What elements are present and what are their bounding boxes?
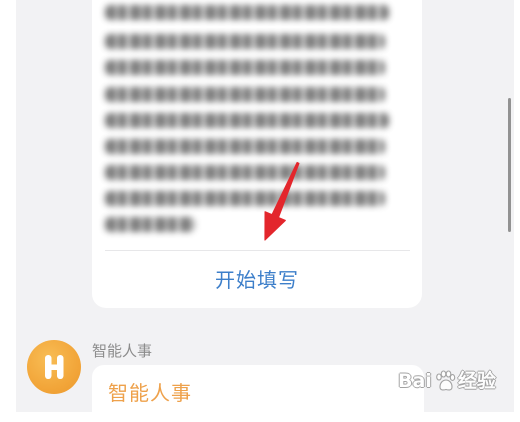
watermark-brand-left: Bai: [398, 370, 432, 392]
scrollbar[interactable]: [508, 98, 511, 232]
blurred-text-line: [105, 87, 385, 102]
baidu-jingyan-watermark: Bai 经验: [398, 367, 496, 395]
message-bubble[interactable]: 智能人事: [92, 365, 424, 412]
form-message-card: 开始填写: [92, 0, 422, 308]
blurred-text-line: [105, 139, 385, 154]
blurred-text-line: [105, 5, 389, 20]
avatar[interactable]: [27, 340, 81, 394]
blurred-text-line: [105, 60, 385, 75]
blurred-text-line: [105, 34, 385, 49]
screenshot-page: 开始填写 智能人事 智能人事 Bai 经验: [0, 0, 520, 422]
bubble-title: 智能人事: [108, 381, 192, 405]
h-logo-icon: [45, 355, 64, 379]
watermark-brand-right: 经验: [457, 370, 496, 392]
blurred-text-line: [105, 165, 385, 180]
sender-name: 智能人事: [92, 342, 153, 360]
blurred-form-description: [92, 0, 422, 242]
blurred-text-line: [105, 217, 195, 232]
blurred-text-line: [105, 113, 389, 128]
card-divider: [105, 250, 410, 251]
start-filling-button[interactable]: 开始填写: [92, 262, 422, 298]
paw-icon: [435, 370, 456, 391]
chat-screen: 开始填写 智能人事 智能人事: [16, 0, 514, 412]
blurred-text-line: [105, 191, 385, 206]
